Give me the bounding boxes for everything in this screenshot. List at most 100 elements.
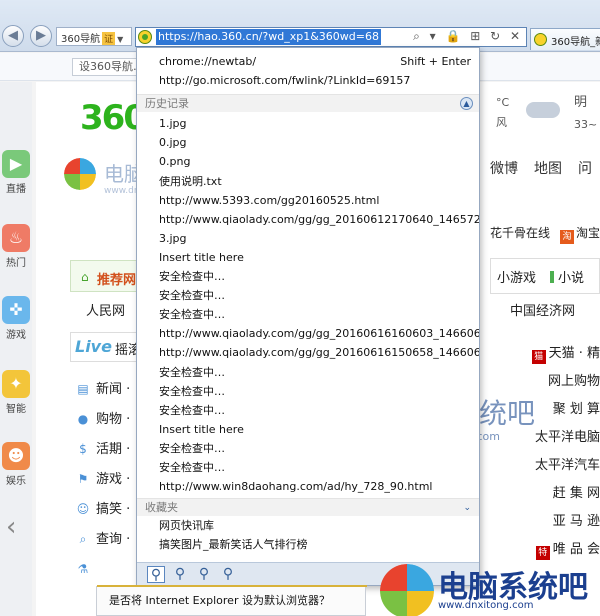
link-cnjj[interactable]: 中国经济网 (510, 300, 575, 319)
link-renmin[interactable]: 人民网 (86, 300, 125, 319)
history-item-text: 安全检查中… (159, 308, 225, 322)
history-item[interactable]: http://www.qiaolady.com/gg/gg_2016061615… (137, 343, 479, 362)
history-item[interactable]: http://www.qiaolady.com/gg/gg_2016061217… (137, 210, 479, 229)
browser-tab[interactable]: 360导航_新 (530, 28, 600, 50)
category-icon: ▤ (77, 382, 89, 396)
link-taobao[interactable]: 淘宝 (576, 226, 600, 240)
search-icon[interactable]: ⚲ (195, 566, 213, 583)
category-label: 新闻 · (96, 382, 131, 397)
history-item[interactable]: 安全检查中… (137, 267, 479, 286)
favorite-item[interactable]: 网页快讯库 (137, 516, 479, 535)
shop-list: 猫天猫 · 精网上购物聚 划 算太平洋电脑太平洋汽车赶 集 网亚 马 逊特唯 品… (526, 340, 600, 564)
favorite-item-text: 搞笑图片_最新笑话人气排行榜 (159, 538, 308, 552)
address-controls[interactable]: ⌕ ▾ 🔒 ⊞ ↻ ✕ (413, 29, 523, 44)
history-item-text: 安全检查中… (159, 461, 225, 474)
shop-link[interactable]: 太平洋电脑 (526, 424, 600, 452)
tab-novels[interactable]: 小说 (558, 271, 584, 286)
recommend-label: 推荐网 (97, 273, 137, 288)
link-hqg[interactable]: 花千骨在线 (490, 226, 550, 240)
flame-icon: ♨ (2, 224, 30, 252)
history-item-text: 安全检查中… (159, 441, 225, 455)
history-section-header[interactable]: 历史记录 ▲ (137, 94, 479, 113)
back-button[interactable]: ◀ (2, 25, 24, 47)
category-label: 购物 · (96, 412, 131, 427)
rail-item-label: 游戏 (6, 330, 26, 341)
chevron-down-icon[interactable]: ⌄ (463, 499, 471, 517)
history-item[interactable]: http://www.qiaolady.com/gg/gg_2016061616… (137, 324, 479, 343)
shop-label: 太平洋汽车 (534, 458, 600, 473)
default-browser-notification[interactable]: 是否将 Internet Explorer 设为默认浏览器？ (96, 585, 367, 616)
rail-item[interactable]: ✜ 游戏 (0, 296, 32, 341)
history-section-header-label: 历史记录 (145, 97, 189, 111)
rail-item[interactable]: ✦ 智能 (0, 370, 32, 415)
shop-link[interactable]: 赶 集 网 (526, 480, 600, 508)
shop-link[interactable]: 网上购物 (526, 368, 600, 396)
link-wen[interactable]: 问 (578, 161, 592, 177)
address-url[interactable]: https://hao.360.cn/?wd_xp1&360wd=68 (156, 29, 381, 45)
gamepad-icon: ✜ (2, 296, 30, 324)
history-item[interactable]: 安全检查中… (137, 363, 479, 382)
category-icon: ⚑ (77, 472, 89, 486)
tab-favicon-icon (534, 33, 547, 46)
category-icon: ⌕ (79, 532, 87, 546)
history-item[interactable]: 安全检查中… (137, 286, 479, 305)
chevron-left-icon[interactable]: ‹ (6, 512, 16, 542)
search-icon[interactable]: ⚲ (171, 566, 189, 583)
history-item-text: Insert title here (159, 250, 244, 264)
favorite-item[interactable]: 搞笑图片_最新笑话人气排行榜 (137, 535, 479, 554)
history-item-text: http://www.qiaolady.com/gg/gg_2016061615… (159, 346, 479, 360)
search-icon[interactable]: ⚲ (219, 566, 237, 583)
site-identity-badge[interactable]: 360导航证 ▼ (56, 27, 132, 46)
address-bar[interactable]: https://hao.360.cn/?wd_xp1&360wd=68 ⌕ ▾ … (135, 27, 527, 47)
link-weibo[interactable]: 微博 (490, 161, 518, 177)
suggestion-item[interactable]: http://go.microsoft.com/fwlink/?LinkId=6… (137, 71, 479, 90)
history-item-text: 安全检查中… (159, 270, 225, 283)
history-item[interactable]: 使用说明.txt (137, 172, 479, 191)
history-item[interactable]: http://www.win8daohang.com/ad/hy_728_90.… (137, 477, 479, 496)
search-icon[interactable]: ⚲ (147, 566, 165, 583)
history-item[interactable]: Insert title here (137, 248, 479, 267)
rail-item[interactable]: ♨ 热门 (0, 224, 32, 269)
address-autocomplete-dropdown: ⚲ ⚲ ⚲ ⚲ chrome://newtab/Shift + Enter htt… (136, 47, 480, 586)
history-item[interactable]: Insert title here (137, 420, 479, 439)
history-item-text: 0.png (159, 155, 191, 169)
history-item[interactable]: 0.jpg (137, 133, 479, 152)
shortcut-hint: Shift + Enter (400, 55, 471, 68)
link-map[interactable]: 地图 (534, 161, 562, 177)
suggestion-item-text: chrome://newtab/ (159, 55, 257, 68)
rail-item-label: 智能 (6, 404, 26, 415)
rail-item[interactable]: ☻ 娱乐 (0, 442, 32, 487)
category-icon: ☺ (76, 502, 90, 516)
shop-link[interactable]: 亚 马 逊 (526, 508, 600, 536)
forward-button[interactable]: ▶ (30, 25, 52, 47)
history-item-text: 安全检查中… (159, 403, 225, 417)
history-item[interactable]: 3.jpg (137, 229, 479, 248)
emoji-icon: ☻ (2, 442, 30, 470)
favorites-section-header[interactable]: 收藏夹 ⌄ (137, 498, 479, 517)
history-item[interactable]: 1.jpg (137, 114, 479, 133)
rail-item[interactable]: ▶ 直播 (0, 150, 32, 195)
history-item[interactable]: 安全检查中… (137, 305, 479, 324)
collapse-up-icon[interactable]: ▲ (460, 97, 473, 111)
shop-link[interactable]: 特唯 品 会 (526, 536, 600, 564)
history-item[interactable]: 安全检查中… (137, 382, 479, 401)
history-item[interactable]: 0.png (137, 152, 479, 171)
shop-label: 亚 马 逊 (552, 514, 600, 529)
history-item-text: 0.jpg (159, 136, 187, 150)
tab-games[interactable]: 小游戏 (497, 271, 536, 286)
shop-link[interactable]: 聚 划 算 (526, 396, 600, 424)
site-name: 360导航 (61, 34, 101, 45)
shop-link[interactable]: 猫天猫 · 精 (526, 340, 600, 368)
history-item[interactable]: 安全检查中… (137, 439, 479, 458)
category-label: 游戏 · (96, 472, 131, 487)
hot-links: 花千骨在线淘淘宝 (490, 224, 600, 244)
game-novel-tabs[interactable]: 小游戏 小说 (490, 258, 600, 294)
history-item-text: http://www.win8daohang.com/ad/hy_728_90.… (159, 480, 433, 494)
shop-link[interactable]: 太平洋汽车 (526, 452, 600, 480)
shop-icon: 猫 (531, 350, 546, 364)
history-item[interactable]: 安全检查中… (137, 458, 479, 477)
suggestion-item[interactable]: chrome://newtab/Shift + Enter (137, 52, 479, 71)
history-item[interactable]: http://www.5393.com/gg20160525.html (137, 191, 479, 210)
history-item[interactable]: 安全检查中… (137, 401, 479, 420)
rail-item-label: 娱乐 (6, 476, 26, 487)
